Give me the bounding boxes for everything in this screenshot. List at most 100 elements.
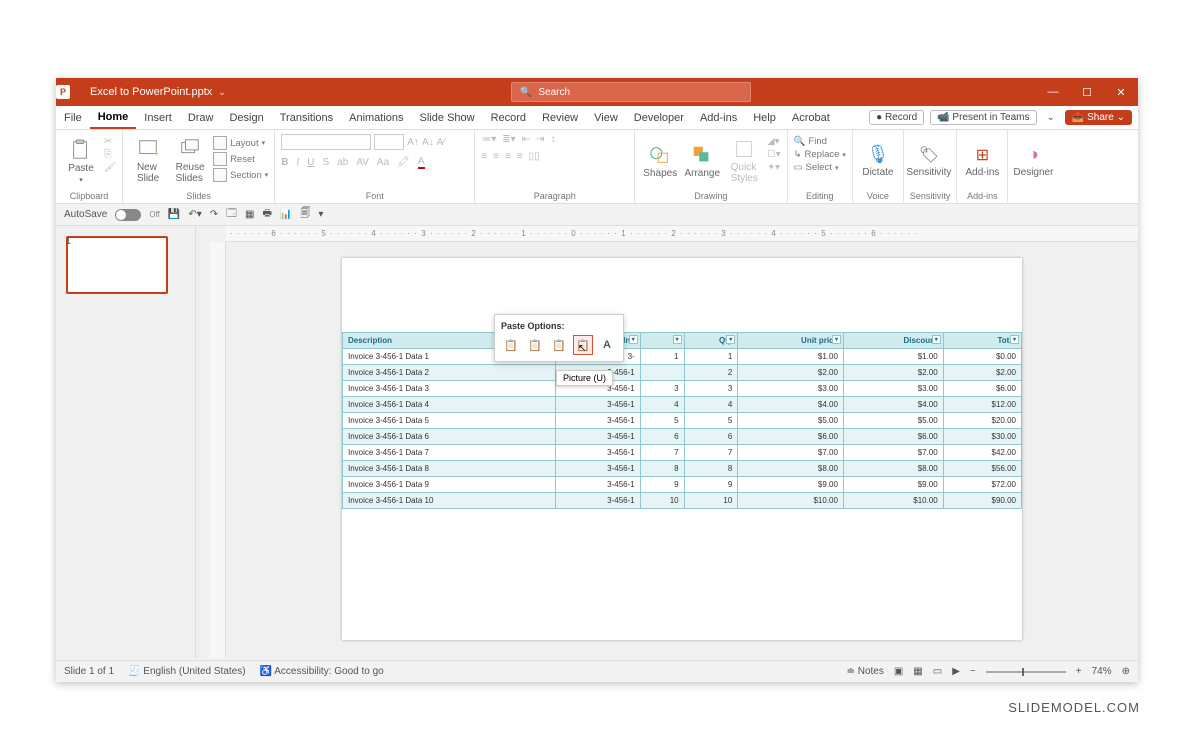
align-right-icon[interactable]: ≡	[505, 151, 511, 162]
tab-design[interactable]: Design	[221, 106, 271, 129]
view-slideshow-icon[interactable]: ▶	[952, 666, 960, 677]
tab-home[interactable]: Home	[90, 106, 137, 129]
thumbnail-slide-1[interactable]	[66, 236, 168, 294]
qat-icon-2[interactable]: ▦	[245, 209, 254, 220]
autosave-toggle[interactable]	[115, 209, 141, 221]
qat-more-icon[interactable]: ▾	[318, 209, 323, 220]
columns-icon[interactable]: ▯▯	[529, 151, 540, 162]
strike-button[interactable]: S	[323, 157, 330, 168]
qat-icon-5[interactable]: 🗐	[300, 206, 310, 223]
arrange-button[interactable]: Arrange	[683, 134, 721, 188]
zoom-level[interactable]: 74%	[1092, 666, 1112, 677]
designer-button[interactable]: ◑Designer	[1014, 134, 1052, 188]
tab-acrobat[interactable]: Acrobat	[784, 106, 838, 129]
underline-button[interactable]: U	[307, 157, 314, 168]
quick-styles-button[interactable]: Quick Styles	[725, 134, 763, 188]
new-slide-button[interactable]: + New Slide	[129, 134, 167, 188]
table-header[interactable]: Qty▾	[684, 333, 738, 349]
section-button[interactable]: Section▾	[213, 168, 268, 182]
table-header[interactable]: ▾	[640, 333, 684, 349]
cut-icon[interactable]: ✂	[104, 136, 116, 147]
qat-icon-1[interactable]: 🗔	[226, 206, 237, 223]
layout-button[interactable]: Layout▾	[213, 136, 268, 150]
dictate-button[interactable]: 🎙Dictate	[859, 134, 897, 188]
tab-review[interactable]: Review	[534, 106, 586, 129]
record-button[interactable]: ● Record	[869, 110, 924, 125]
paste-keep-source[interactable]: 📋	[525, 335, 545, 355]
addins-button[interactable]: ⊞Add-ins	[963, 134, 1001, 188]
shadow-button[interactable]: ab	[337, 157, 348, 168]
tab-slideshow[interactable]: Slide Show	[412, 106, 483, 129]
qat-icon-4[interactable]: 📊	[280, 209, 292, 220]
copy-icon[interactable]: ⎘	[104, 149, 116, 160]
replace-button[interactable]: ↳Replace▾	[794, 149, 846, 160]
shapes-button[interactable]: Shapes	[641, 134, 679, 188]
language-status[interactable]: 🧾 English (United States)	[128, 666, 246, 677]
table-header[interactable]: Total▾	[943, 333, 1021, 349]
font-color-icon[interactable]: A	[418, 156, 425, 169]
tab-transitions[interactable]: Transitions	[272, 106, 341, 129]
line-spacing-icon[interactable]: ↕	[550, 134, 555, 145]
tab-addins[interactable]: Add-ins	[692, 106, 745, 129]
view-sorter-icon[interactable]: ▦	[913, 666, 922, 677]
table-header[interactable]: Discount▾	[843, 333, 943, 349]
view-normal-icon[interactable]: ▣	[894, 666, 903, 677]
accessibility-status[interactable]: ♿ Accessibility: Good to go	[260, 666, 384, 677]
increase-font-icon[interactable]: A↑	[407, 137, 419, 148]
highlight-icon[interactable]: 🖍	[397, 157, 410, 168]
case-button[interactable]: Aa	[377, 157, 389, 168]
close-button[interactable]: ✕	[1104, 86, 1138, 99]
search-box[interactable]: 🔍 Search	[511, 82, 751, 102]
fit-window-icon[interactable]: ⊕	[1122, 666, 1130, 677]
view-reading-icon[interactable]: ▭	[933, 666, 942, 677]
file-name[interactable]: Excel to PowerPoint.pptx	[84, 86, 218, 98]
find-button[interactable]: 🔍Find	[794, 136, 846, 147]
shape-outline-icon[interactable]: ☐▾	[767, 149, 780, 160]
bullets-icon[interactable]: ≔▾	[481, 134, 496, 145]
paste-embed[interactable]: 📋	[549, 335, 569, 355]
zoom-in-icon[interactable]: +	[1076, 666, 1082, 677]
present-teams-button[interactable]: 📹 Present in Teams	[930, 110, 1036, 125]
clear-format-icon[interactable]: A⁄	[437, 137, 445, 148]
tab-file[interactable]: File	[56, 106, 90, 129]
maximize-button[interactable]: ☐	[1070, 86, 1104, 99]
redo-icon[interactable]: ↷	[210, 209, 218, 220]
format-painter-icon[interactable]: 🖌	[104, 162, 116, 173]
decrease-font-icon[interactable]: A↓	[422, 137, 434, 148]
align-left-icon[interactable]: ≡	[481, 151, 487, 162]
tab-view[interactable]: View	[586, 106, 626, 129]
share-button[interactable]: 📤 Share ⌄	[1065, 110, 1132, 125]
undo-icon[interactable]: ↶▾	[188, 209, 201, 220]
italic-button[interactable]: I	[297, 157, 300, 168]
slide-canvas[interactable]: Description▾Inv▾▾Qty▾Unit price▾Discount…	[342, 258, 1022, 640]
minimize-button[interactable]: —	[1036, 86, 1070, 99]
indent-left-icon[interactable]: ⇤	[522, 134, 530, 145]
table-header[interactable]: Unit price▾	[738, 333, 844, 349]
qat-icon-3[interactable]: 🖶	[262, 206, 271, 223]
zoom-slider[interactable]	[986, 671, 1066, 673]
paste-button[interactable]: Paste▾	[62, 134, 100, 188]
save-icon[interactable]: 💾	[168, 209, 180, 220]
select-button[interactable]: ▭Select▾	[794, 162, 846, 173]
tab-animations[interactable]: Animations	[341, 106, 411, 129]
ribbon-options-icon[interactable]: ⌄	[1043, 112, 1059, 123]
tab-record[interactable]: Record	[483, 106, 534, 129]
tab-help[interactable]: Help	[745, 106, 784, 129]
spacing-button[interactable]: AV	[356, 157, 369, 168]
zoom-out-icon[interactable]: −	[970, 666, 976, 677]
reset-button[interactable]: Reset	[213, 152, 268, 166]
indent-right-icon[interactable]: ⇥	[536, 134, 544, 145]
tab-insert[interactable]: Insert	[136, 106, 180, 129]
tab-developer[interactable]: Developer	[626, 106, 692, 129]
paste-text-only[interactable]: A	[597, 335, 617, 355]
shape-effects-icon[interactable]: ✦▾	[767, 162, 780, 173]
notes-button[interactable]: ≐ Notes	[847, 666, 884, 677]
numbering-icon[interactable]: ≣▾	[502, 134, 515, 145]
filename-chevron-icon[interactable]: ⌄	[218, 87, 226, 98]
shape-fill-icon[interactable]: ◢▾	[767, 136, 780, 147]
justify-icon[interactable]: ≡	[517, 151, 523, 162]
reuse-slides-button[interactable]: Reuse Slides	[171, 134, 209, 188]
paste-use-dest-theme[interactable]: 📋	[501, 335, 521, 355]
tab-draw[interactable]: Draw	[180, 106, 222, 129]
align-center-icon[interactable]: ≡	[493, 151, 499, 162]
